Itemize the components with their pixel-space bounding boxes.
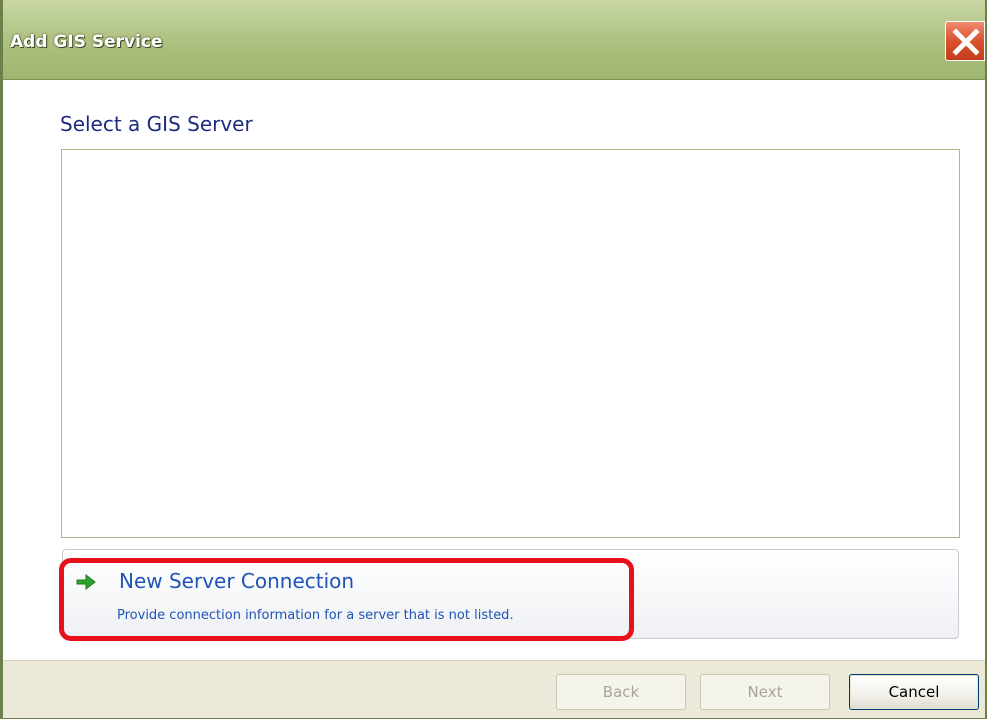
dialog-footer: Back Next Cancel xyxy=(3,660,985,718)
new-server-connection-link[interactable]: New Server Connection Provide connection… xyxy=(75,569,615,633)
dialog-window: Add GIS Service Select a GIS Server New … xyxy=(0,0,987,719)
close-button[interactable] xyxy=(945,21,985,61)
window-title: Add GIS Service xyxy=(10,32,163,52)
back-button[interactable]: Back xyxy=(556,674,686,710)
next-button[interactable]: Next xyxy=(700,674,830,710)
page-heading: Select a GIS Server xyxy=(60,112,253,136)
new-server-connection-description: Provide connection information for a ser… xyxy=(117,608,514,623)
title-bar[interactable]: Add GIS Service xyxy=(3,0,985,80)
new-server-connection-title[interactable]: New Server Connection xyxy=(119,569,354,593)
close-icon xyxy=(952,28,980,56)
server-list[interactable] xyxy=(61,149,960,538)
green-arrow-right-icon xyxy=(76,573,96,591)
dialog-content: Select a GIS Server New Server Connectio… xyxy=(3,80,985,660)
cancel-button[interactable]: Cancel xyxy=(849,674,979,710)
